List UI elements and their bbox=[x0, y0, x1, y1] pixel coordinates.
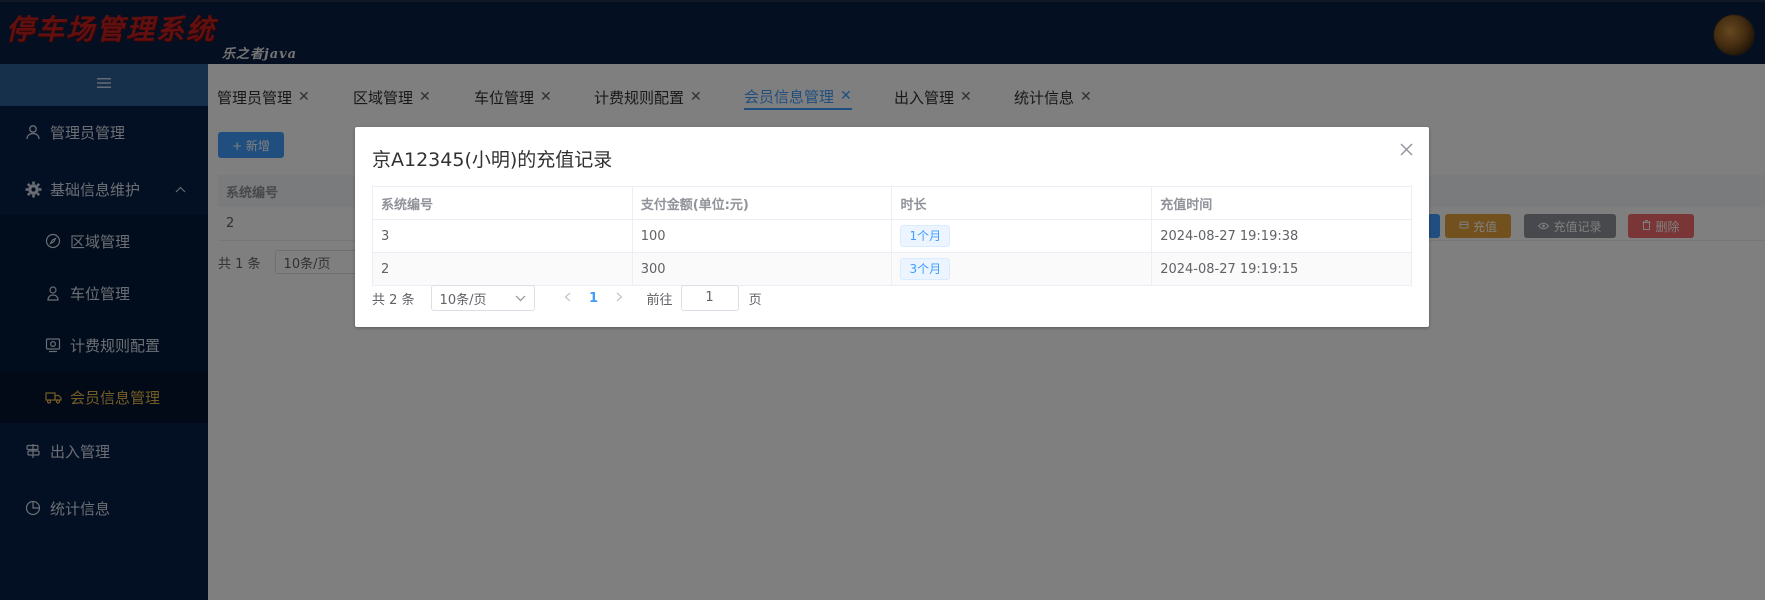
chevron-down-icon bbox=[515, 291, 526, 306]
table-row: 2 300 3个月 2024-08-27 19:19:15 bbox=[372, 252, 1412, 286]
duration-tag: 1个月 bbox=[900, 225, 951, 247]
cell-duration: 1个月 bbox=[891, 219, 1153, 253]
total-count: 共 2 条 bbox=[372, 292, 415, 308]
page-number-current[interactable]: 1 bbox=[581, 291, 607, 306]
column-header-amount: 支付金额(单位:元) bbox=[631, 186, 893, 220]
page-size-value: 10条/页 bbox=[439, 292, 487, 308]
close-icon[interactable] bbox=[1400, 141, 1413, 160]
recharge-records-dialog: 京A12345(小明)的充值记录 系统编号 支付金额(单位:元) 时长 充值时间… bbox=[355, 127, 1429, 327]
page-suffix-label: 页 bbox=[748, 292, 762, 308]
recharge-records-table: 系统编号 支付金额(单位:元) 时长 充值时间 3 100 1个月 2024-0… bbox=[372, 186, 1412, 286]
next-page-button[interactable] bbox=[607, 291, 633, 306]
column-header-time: 充值时间 bbox=[1151, 186, 1412, 220]
table-row: 3 100 1个月 2024-08-27 19:19:38 bbox=[372, 219, 1412, 253]
goto-label: 前往 bbox=[646, 292, 673, 308]
page-size-select[interactable]: 10条/页 bbox=[430, 285, 535, 311]
cell-id: 2 bbox=[372, 252, 633, 286]
cell-id: 3 bbox=[372, 219, 633, 253]
column-header-id: 系统编号 bbox=[372, 186, 633, 220]
prev-page-button[interactable] bbox=[555, 291, 581, 306]
cell-time: 2024-08-27 19:19:15 bbox=[1151, 252, 1412, 286]
cell-time: 2024-08-27 19:19:38 bbox=[1151, 219, 1412, 253]
column-header-duration: 时长 bbox=[891, 186, 1153, 220]
cell-amount: 100 bbox=[631, 219, 893, 253]
dialog-title: 京A12345(小明)的充值记录 bbox=[372, 149, 613, 171]
cell-amount: 300 bbox=[631, 252, 893, 286]
dialog-pagination: 共 2 条 10条/页 1 前往 1 页 bbox=[372, 285, 762, 311]
duration-tag: 3个月 bbox=[900, 258, 951, 280]
goto-page-input[interactable]: 1 bbox=[680, 285, 739, 311]
cell-duration: 3个月 bbox=[891, 252, 1153, 286]
